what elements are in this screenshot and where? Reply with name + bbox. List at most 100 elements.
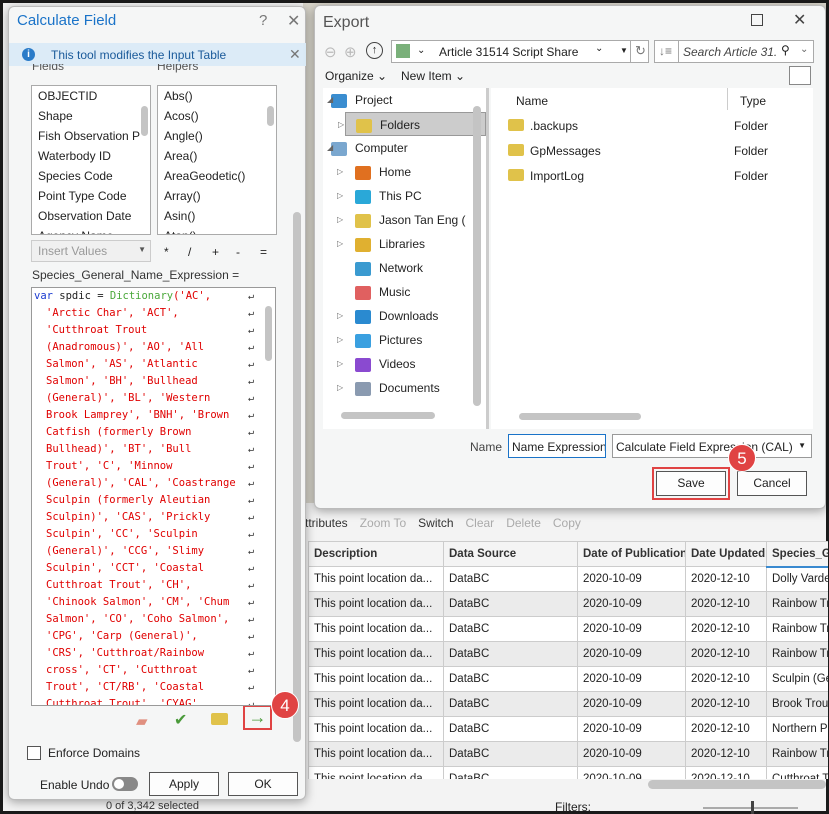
file-row[interactable]: ImportLog Folder	[491, 167, 811, 187]
column-header[interactable]: Description	[308, 541, 444, 567]
clear-expression-icon[interactable]: ▰	[136, 712, 148, 730]
field-item[interactable]: Point Type Code	[32, 186, 150, 206]
load-folder-icon[interactable]	[211, 713, 228, 725]
tree-item-home[interactable]: ▷ Home	[323, 160, 486, 184]
tree-item-pictures[interactable]: ▷ Pictures	[323, 328, 486, 352]
table-row[interactable]: This point location da... DataBC 2020-10-0…	[308, 566, 828, 592]
verify-check-icon[interactable]: ✔	[174, 710, 187, 730]
expand-arrow-icon[interactable]: ▷	[337, 184, 343, 208]
tree-hscrollbar[interactable]	[341, 412, 435, 419]
file-list-hscrollbar[interactable]	[519, 413, 641, 420]
enforce-domains-checkbox[interactable]	[27, 746, 41, 760]
tree-scrollbar[interactable]	[473, 106, 481, 406]
up-folder-icon[interactable]: ↑	[366, 42, 383, 59]
maximize-icon[interactable]	[751, 14, 763, 26]
chevron-down-icon[interactable]: ⌄	[800, 44, 808, 55]
expand-arrow-icon[interactable]: ▷	[337, 352, 343, 376]
save-button[interactable]: Save	[656, 471, 726, 496]
field-item[interactable]: Species Code	[32, 166, 150, 186]
search-box[interactable]: ↓≡ Search Article 31. ⚲ ⌄	[654, 40, 814, 63]
refresh-icon[interactable]: ↻	[635, 43, 646, 59]
new-item-menu[interactable]: New Item ⌄	[401, 69, 465, 83]
expand-arrow-icon[interactable]: ◢	[327, 88, 333, 112]
toolbar-zoom-to[interactable]: Zoom To	[360, 516, 406, 530]
export-expression-button[interactable]: →	[243, 705, 272, 730]
file-type-dropdown[interactable]: Calculate Field Expression (CAL) ▼	[612, 434, 812, 458]
location-bar[interactable]: ⌄ Article 31514 Script Share ⌄ ▼ ↻	[391, 40, 649, 63]
column-header[interactable]: Species_Ge	[766, 541, 828, 568]
table-row[interactable]: This point location da... DataBC 2020-10-0…	[308, 716, 828, 742]
tree-item-folders[interactable]: ▷ Folders	[338, 112, 486, 136]
expression-editor[interactable]: var spdic = Dictionary('AC', ↵ 'Arctic Ch…	[31, 287, 276, 706]
apply-button[interactable]: Apply	[149, 772, 219, 796]
field-item[interactable]: Observation Date	[32, 206, 150, 226]
column-header[interactable]: Date of Publication	[577, 541, 686, 567]
view-options-icon[interactable]	[789, 66, 811, 85]
field-item[interactable]: Fish Observation P	[32, 126, 150, 146]
chevron-down-icon[interactable]: ⌄	[417, 45, 425, 56]
helpers-list[interactable]: Abs() Acos() Angle() Area() AreaGeodetic() Ar…	[157, 85, 277, 235]
operator-button[interactable]: =	[260, 245, 284, 259]
toolbar-copy[interactable]: Copy	[553, 516, 581, 530]
tree-item-documents[interactable]: ▷ Documents	[323, 376, 486, 400]
column-header[interactable]: Date Updated	[685, 541, 767, 567]
search-icon[interactable]: ⚲	[781, 43, 790, 57]
table-row[interactable]: This point location da... DataBC 2020-10-0…	[308, 591, 828, 617]
operator-button[interactable]: -	[236, 245, 260, 259]
helpers-scrollbar[interactable]	[267, 106, 274, 126]
tree-item-jason-tan-eng-[interactable]: ▷ Jason Tan Eng (	[323, 208, 486, 232]
toolbar-switch[interactable]: Switch	[418, 516, 453, 530]
expand-arrow-icon[interactable]: ◢	[327, 136, 333, 160]
expand-arrow-icon[interactable]: ▷	[337, 160, 343, 184]
back-icon[interactable]: ⊖	[324, 43, 337, 61]
code-scrollbar[interactable]	[265, 306, 272, 361]
file-row[interactable]: .backups Folder	[491, 117, 811, 137]
forward-icon[interactable]: ⊕	[344, 43, 357, 61]
column-type[interactable]: Type	[740, 94, 766, 108]
helper-item[interactable]: Atan()	[158, 226, 276, 234]
helper-item[interactable]: AreaGeodetic()	[158, 166, 276, 186]
file-name-input[interactable]: Name Expression	[508, 434, 606, 458]
helper-item[interactable]: Area()	[158, 146, 276, 166]
table-row[interactable]: This point location da... DataBC 2020-10-0…	[308, 641, 828, 667]
expand-arrow-icon[interactable]: ▷	[337, 376, 343, 400]
expand-arrow-icon[interactable]: ▷	[337, 304, 343, 328]
toolbar-delete[interactable]: Delete	[506, 516, 541, 530]
tree-item-computer[interactable]: ◢ Computer	[323, 136, 486, 160]
operator-button[interactable]: /	[188, 245, 212, 259]
tree-item-project[interactable]: ◢ Project	[323, 88, 486, 112]
table-row[interactable]: This point location da... DataBC 2020-10-0…	[308, 766, 828, 779]
table-horizontal-scrollbar[interactable]	[648, 780, 826, 789]
sort-icon[interactable]: ↓≡	[659, 44, 672, 58]
table-row[interactable]: This point location da... DataBC 2020-10-0…	[308, 666, 828, 692]
file-list[interactable]: Name Type .backups Folder GpMessages Folder…	[491, 88, 813, 429]
operator-button[interactable]: +	[212, 245, 236, 259]
column-name[interactable]: Name	[516, 94, 548, 108]
dialog-scrollbar[interactable]	[293, 212, 301, 742]
dismiss-info-icon[interactable]: ✕	[289, 46, 301, 63]
help-button[interactable]: ?	[259, 12, 267, 29]
file-row[interactable]: GpMessages Folder	[491, 142, 811, 162]
fields-scrollbar[interactable]	[141, 106, 148, 136]
organize-menu[interactable]: Organize ⌄	[325, 69, 387, 83]
zoom-slider[interactable]	[703, 801, 798, 814]
toolbar-clear[interactable]: Clear	[466, 516, 495, 530]
tree-item-videos[interactable]: ▷ Videos	[323, 352, 486, 376]
tree-item-downloads[interactable]: ▷ Downloads	[323, 304, 486, 328]
field-item[interactable]: Agency Name	[32, 226, 150, 234]
helper-item[interactable]: Abs()	[158, 86, 276, 106]
operator-button[interactable]: *	[164, 245, 188, 259]
column-header[interactable]: Data Source	[443, 541, 578, 567]
tree-item-libraries[interactable]: ▷ Libraries	[323, 232, 486, 256]
history-dropdown[interactable]: ▼	[620, 46, 628, 55]
helper-item[interactable]: Array()	[158, 186, 276, 206]
tree-item-network[interactable]: Network	[323, 256, 486, 280]
table-row[interactable]: This point location da... DataBC 2020-10-0…	[308, 616, 828, 642]
enable-undo-toggle[interactable]	[112, 777, 138, 791]
navigation-tree[interactable]: ◢ Project ▷ Folders ◢ Computer ▷ Home ▷ This PC ▷ J…	[323, 88, 486, 429]
helper-item[interactable]: Acos()	[158, 106, 276, 126]
close-icon[interactable]: ✕	[793, 10, 806, 30]
search-input[interactable]: Search Article 31.	[683, 45, 777, 59]
expand-arrow-icon[interactable]: ▷	[337, 208, 343, 232]
expand-arrow-icon[interactable]: ▷	[337, 328, 343, 352]
